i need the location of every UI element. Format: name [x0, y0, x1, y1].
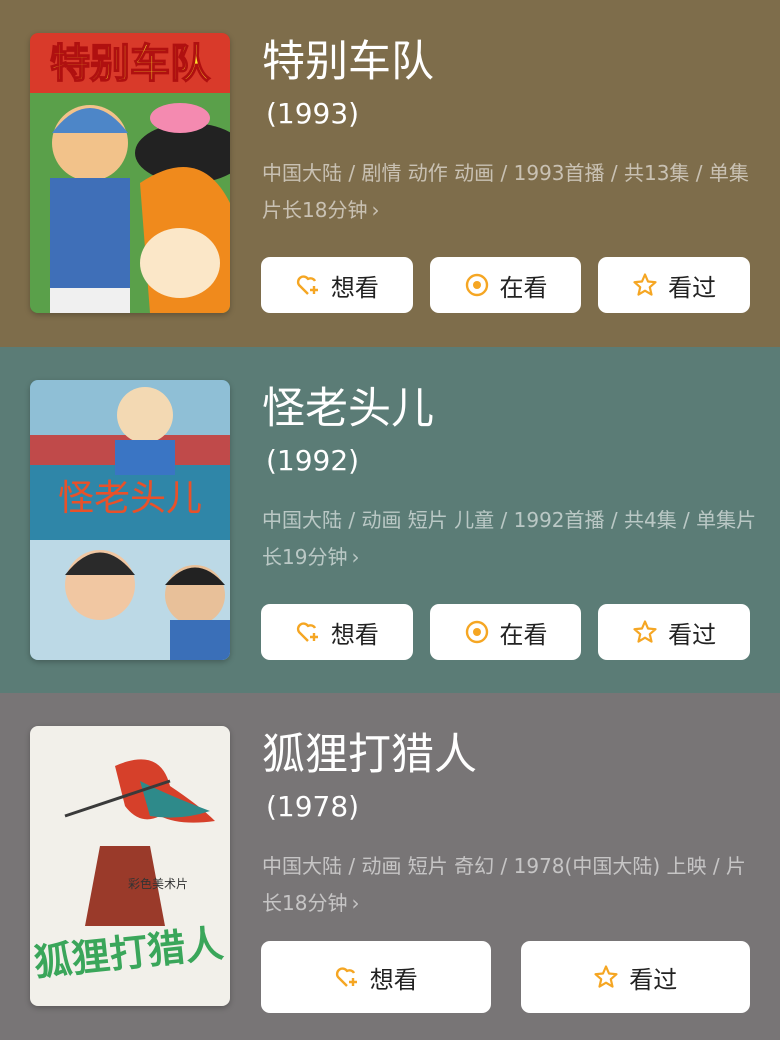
movie-title[interactable]: 特别车队: [262, 36, 434, 88]
watched-label: 看过: [629, 965, 678, 994]
movie-meta-text: 中国大陆 / 动画 短片 奇幻 / 1978(中国大陆) 上映 / 片长18分钟: [262, 854, 746, 915]
watching-label: 在看: [499, 273, 548, 302]
star-icon: [594, 965, 618, 988]
watched-label: 看过: [668, 620, 717, 649]
poster-subtitle-text: 彩色美术片: [128, 877, 188, 891]
watching-button[interactable]: 在看: [429, 257, 582, 313]
poster-title-text: 特别车队: [50, 41, 211, 87]
chevron-right-icon: ›: [351, 891, 360, 915]
target-icon: [465, 620, 488, 644]
poster-art-image: 特别车队: [30, 33, 230, 313]
want-to-watch-button[interactable]: 想看: [261, 604, 413, 660]
chevron-right-icon: ›: [371, 198, 380, 222]
star-icon: [633, 620, 657, 643]
heart-plus-icon: [296, 275, 318, 295]
want-to-watch-button[interactable]: 想看: [261, 257, 413, 313]
movie-poster[interactable]: 怪老头儿: [30, 380, 230, 660]
action-buttons: 想看 在看 看过: [261, 604, 751, 660]
want-to-watch-label: 想看: [369, 965, 418, 994]
movie-meta[interactable]: 中国大陆 / 动画 短片 奇幻 / 1978(中国大陆) 上映 / 片长18分钟…: [262, 848, 757, 922]
action-buttons: 想看 在看 看过: [261, 257, 751, 313]
movie-card[interactable]: 怪老头儿 怪老头儿 (1992) 中国大陆 / 动画 短片 儿童 / 1992首…: [0, 347, 780, 693]
watched-button[interactable]: 看过: [598, 257, 751, 313]
want-to-watch-label: 想看: [330, 620, 379, 649]
movie-meta[interactable]: 中国大陆 / 动画 短片 儿童 / 1992首播 / 共4集 / 单集片长19分…: [262, 502, 757, 576]
chevron-right-icon: ›: [351, 545, 360, 569]
heart-plus-icon: [335, 967, 357, 987]
want-to-watch-button[interactable]: 想看: [261, 941, 491, 1013]
watched-button[interactable]: 看过: [598, 604, 751, 660]
movie-card[interactable]: 彩色美术片 狐狸打猎人 狐狸打猎人 (1978) 中国大陆 / 动画 短片 奇幻…: [0, 693, 780, 1040]
movie-title[interactable]: 狐狸打猎人: [262, 729, 477, 781]
want-to-watch-label: 想看: [330, 273, 379, 302]
movie-title[interactable]: 怪老头儿: [262, 383, 434, 435]
watching-label: 在看: [499, 620, 548, 649]
heart-plus-icon: [296, 622, 318, 642]
movie-year: (1978): [266, 790, 360, 823]
star-icon: [633, 273, 657, 296]
action-buttons: 想看 看过: [261, 941, 750, 1013]
poster-title-text: 怪老头儿: [58, 478, 202, 519]
poster-art-image: 彩色美术片 狐狸打猎人: [30, 726, 230, 1006]
movie-year: (1993): [266, 97, 360, 130]
movie-meta-text: 中国大陆 / 动画 短片 儿童 / 1992首播 / 共4集 / 单集片长19分…: [262, 508, 757, 569]
watching-button[interactable]: 在看: [429, 604, 582, 660]
movie-poster[interactable]: 彩色美术片 狐狸打猎人: [30, 726, 230, 1006]
movie-year: (1992): [266, 444, 360, 477]
target-icon: [465, 273, 488, 297]
movie-card[interactable]: 特别车队 特别车队 (1993) 中国大陆 / 剧情 动作 动画 / 1993首…: [0, 0, 780, 347]
movie-poster[interactable]: 特别车队: [30, 33, 230, 313]
watched-label: 看过: [668, 273, 717, 302]
poster-art-image: 怪老头儿: [30, 380, 230, 660]
watched-button[interactable]: 看过: [520, 941, 750, 1013]
movie-meta[interactable]: 中国大陆 / 剧情 动作 动画 / 1993首播 / 共13集 / 单集片长18…: [262, 155, 757, 229]
movie-meta-text: 中国大陆 / 剧情 动作 动画 / 1993首播 / 共13集 / 单集片长18…: [262, 161, 749, 222]
